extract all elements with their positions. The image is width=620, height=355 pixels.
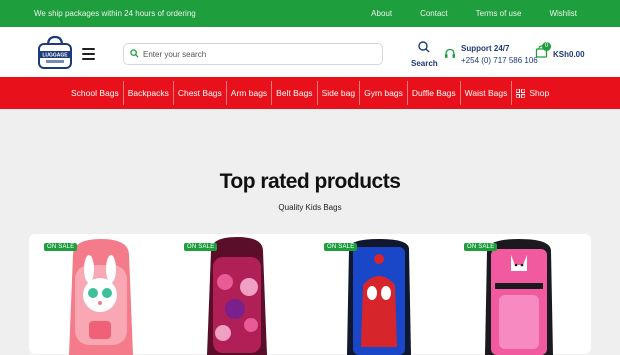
search-input[interactable] [143, 47, 373, 61]
support-title: Support 24/7 [461, 44, 510, 53]
product-card[interactable]: ON SALE [449, 234, 579, 355]
nav-item-waist-bags[interactable]: Waist Bags [461, 81, 513, 105]
product-image [347, 239, 411, 355]
section-subtitle: Quality Kids Bags [278, 203, 342, 212]
top-bar: We ship packages within 24 hours of orde… [0, 0, 620, 27]
nav-item-duffle-bags[interactable]: Duffle Bags [408, 81, 461, 105]
search-box [123, 43, 383, 65]
site-header: LUGGAGE Search Support 24/7 +254 (0) 717… [0, 27, 620, 77]
search-icon [130, 49, 139, 58]
nav-shop-label: Shop [529, 88, 550, 98]
top-link-contact[interactable]: Contact [420, 9, 448, 18]
shipping-note: We ship packages within 24 hours of orde… [34, 9, 196, 18]
product-image [485, 239, 553, 355]
sale-badge: ON SALE [464, 243, 498, 251]
sale-badge: ON SALE [184, 243, 218, 251]
search-icon [418, 41, 430, 53]
grid-icon [516, 88, 526, 98]
nav-item-shop[interactable]: Shop [512, 81, 553, 105]
svg-text:LUGGAGE: LUGGAGE [42, 53, 68, 59]
product-image [207, 237, 267, 355]
headset-icon [445, 48, 455, 58]
product-carousel: ON SALE ON SALE ON SALE ON SALE [29, 234, 591, 355]
nav-item-side-bag[interactable]: Side bag [318, 81, 361, 105]
support-phone[interactable]: +254 (0) 717 586 106 [461, 56, 538, 65]
site-logo[interactable]: LUGGAGE [36, 35, 74, 70]
product-card[interactable]: ON SALE [309, 234, 439, 355]
search-button[interactable]: Search [411, 40, 438, 68]
menu-icon[interactable] [82, 48, 95, 63]
cart-button[interactable]: 0 KSh0.00 [535, 42, 585, 63]
nav-item-belt-bags[interactable]: Belt Bags [272, 81, 318, 105]
search-button-label: Search [411, 59, 438, 68]
main-content: Top rated products Quality Kids Bags ON … [0, 109, 620, 355]
nav-item-chest-bags[interactable]: Chest Bags [174, 81, 227, 105]
sale-badge: ON SALE [324, 243, 358, 251]
product-image [69, 239, 133, 355]
product-card[interactable]: ON SALE [29, 234, 159, 355]
top-link-about[interactable]: About [371, 9, 392, 18]
nav-item-school-bags[interactable]: School Bags [67, 81, 124, 105]
category-nav: School Bags Backpacks Chest Bags Arm bag… [0, 77, 620, 109]
top-link-wishlist[interactable]: Wishlist [549, 9, 577, 18]
cart-count-badge: 0 [542, 42, 551, 51]
section-title: Top rated products [219, 170, 401, 193]
nav-item-gym-bags[interactable]: Gym bags [360, 81, 408, 105]
nav-item-backpacks[interactable]: Backpacks [124, 81, 174, 105]
top-link-terms[interactable]: Terms of use [476, 9, 522, 18]
sale-badge: ON SALE [44, 243, 78, 251]
nav-item-arm-bags[interactable]: Arm bags [227, 81, 273, 105]
cart-total: KSh0.00 [553, 50, 585, 59]
product-card[interactable]: ON SALE [169, 234, 299, 355]
top-links: About Contact Terms of use Wishlist [343, 9, 577, 18]
